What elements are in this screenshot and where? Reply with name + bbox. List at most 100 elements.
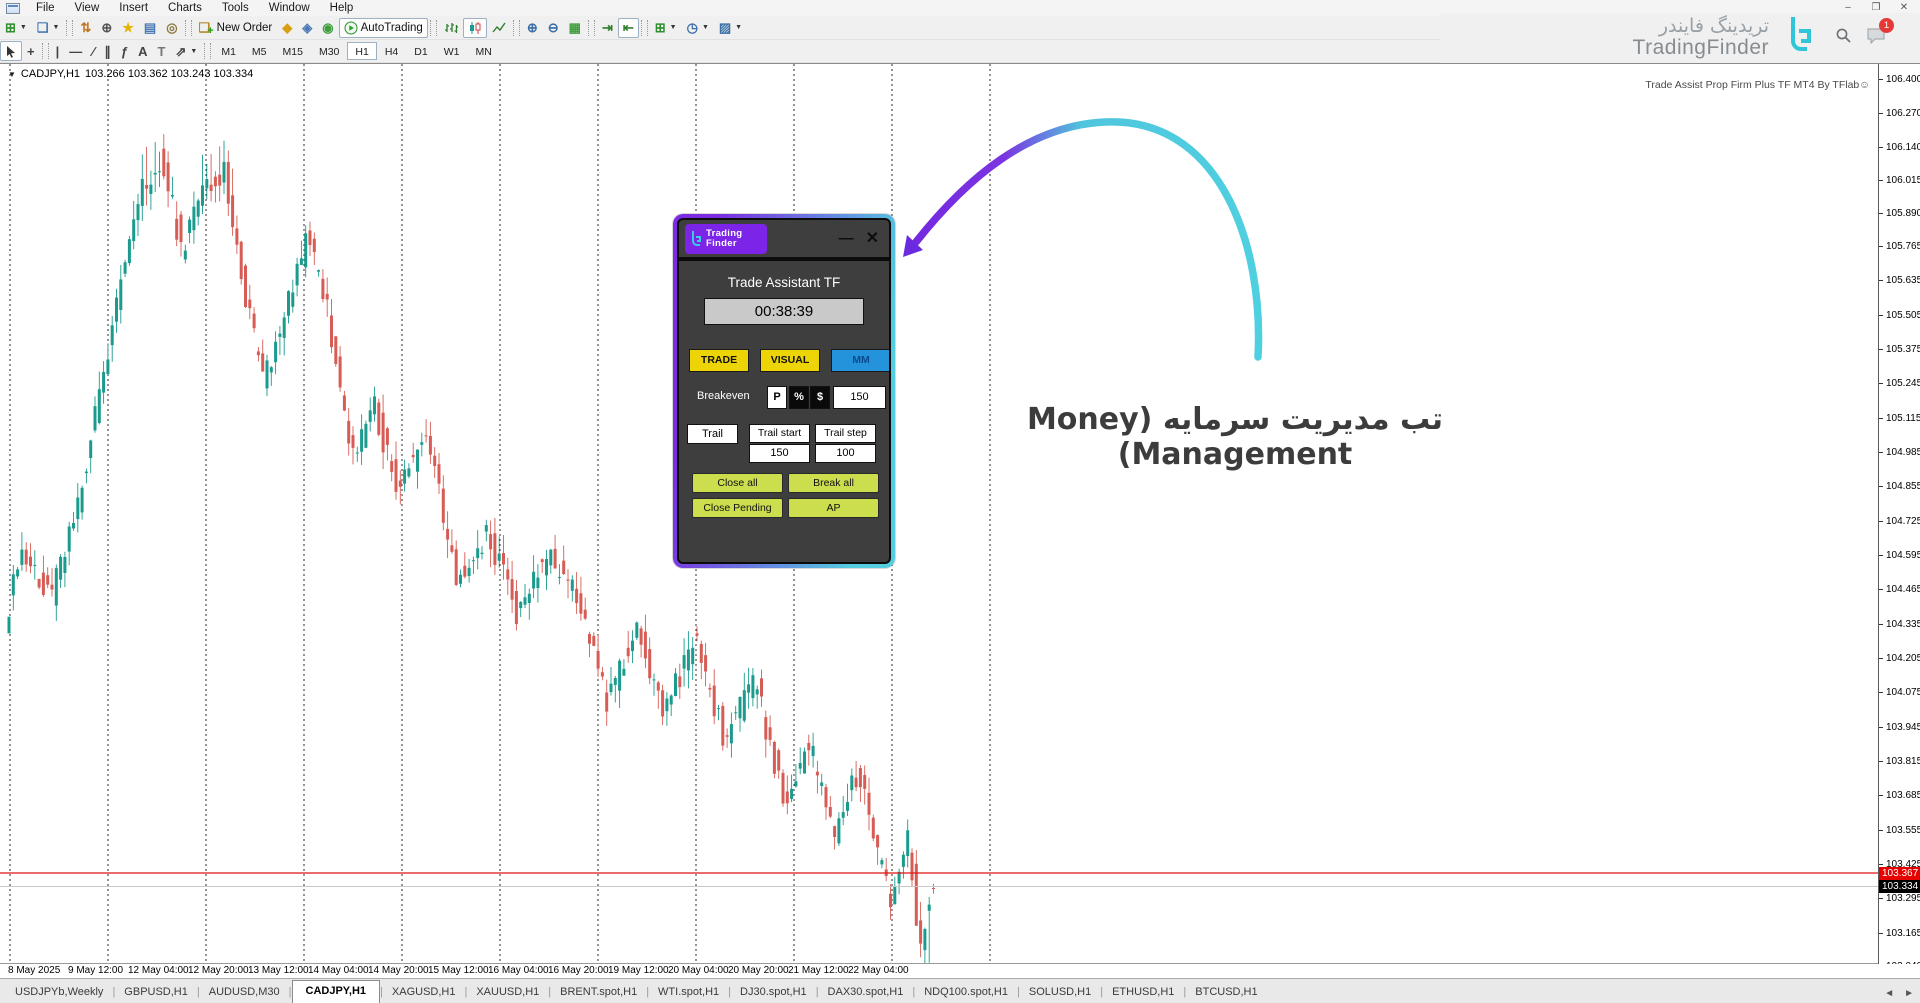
chart-tab-xagusd[interactable]: XAGUSD,H1 [383,982,465,1003]
menu-charts[interactable]: Charts [158,1,212,15]
autotrading-button[interactable]: AutoTrading [339,18,428,38]
menu-items: FileViewInsertChartsToolsWindowHelp [26,1,363,15]
templates-dropdown[interactable]: ▨▼ [714,18,747,38]
tab-scroll-right-icon[interactable]: ► [1904,988,1914,999]
auto-scroll-icon[interactable]: ⇥ [597,18,618,38]
menu-tools[interactable]: Tools [212,1,259,15]
chart-tab-usdjpyb[interactable]: USDJPYb,Weekly [6,982,112,1003]
date-axis[interactable]: 8 May 20259 May 12:0012 May 04:0012 May … [0,964,1920,978]
close-pending-button[interactable]: Close Pending [692,498,783,518]
timeframe-m30[interactable]: M30 [311,42,347,60]
panel-logo-icon [689,230,703,248]
community-icon[interactable]: ◈ [297,18,317,38]
fibonacci-icon[interactable]: ƒ [116,41,133,61]
price-axis[interactable]: 106.400106.270106.140106.015105.890105.7… [1878,64,1920,965]
zoom-out-icon[interactable]: ⊖ [543,18,564,38]
toolbar-separator [42,43,49,59]
chart-tab-wti.spot[interactable]: WTI.spot,H1 [649,982,728,1003]
cursor-icon[interactable] [0,41,22,61]
timeframe-m1[interactable]: M1 [213,42,244,60]
expert-advisors-icon[interactable]: ◆ [277,18,297,38]
tab-scroll-buttons: ◄► [1884,988,1914,999]
timeframe-m5[interactable]: M5 [244,42,275,60]
crosshair-icon[interactable]: + [22,41,40,61]
panel-tab-mm[interactable]: MM [831,349,891,372]
trail-button[interactable]: Trail [687,424,738,444]
chart-tab-dj30.spot[interactable]: DJ30.spot,H1 [731,982,816,1003]
search-icon[interactable] [1835,27,1852,49]
chart-tab-cadjpy[interactable]: CADJPY,H1 [292,980,381,1003]
indicators-dropdown[interactable]: ⊞▼ [650,18,682,38]
timeframe-h1[interactable]: H1 [347,42,376,60]
chat-icon[interactable]: 1 [1866,27,1886,50]
vertical-line-icon[interactable]: | [51,41,65,61]
chart-tab-btcusd[interactable]: BTCUSD,H1 [1186,982,1266,1003]
chart-tab-ndq100.spot[interactable]: NDQ100.spot,H1 [915,982,1017,1003]
chart-tab-audusd[interactable]: AUDUSD,M30 [200,982,289,1003]
chart-tab-xauusd[interactable]: XAUUSD,H1 [467,982,548,1003]
chart-tab-brent.spot[interactable]: BRENT.spot,H1 [551,982,646,1003]
favorites-icon[interactable]: ★ [117,18,139,38]
horizontal-line-icon[interactable]: — [64,41,87,61]
timeframe-h4[interactable]: H4 [377,42,406,60]
price-label: 105.890 [1879,208,1920,219]
terminal-icon[interactable]: ▤ [139,18,161,38]
chart-shift-icon[interactable]: ⇤ [618,18,639,38]
brand-text: تریدینگ فایندر TradingFinder [1633,17,1769,59]
chart-tab-ethusd[interactable]: ETHUSD,H1 [1103,982,1183,1003]
date-label: 16 May 20:00 [548,965,609,976]
zoom-in-icon[interactable]: ⊕ [522,18,543,38]
chart-tab-gbpusd[interactable]: GBPUSD,H1 [115,982,197,1003]
ap-button[interactable]: AP [788,498,879,518]
trail-start-input[interactable]: 150 [749,444,810,463]
tile-windows-icon[interactable]: ▦ [564,18,586,38]
breakeven-points-button[interactable]: P [767,386,787,409]
signals-icon[interactable]: ◉ [317,18,338,38]
candlestick-chart[interactable] [0,64,1878,963]
timeframe-d1[interactable]: D1 [406,42,435,60]
bar-chart-icon[interactable] [439,18,463,38]
panel-minimize-button[interactable]: — [839,231,854,246]
menu-window[interactable]: Window [259,1,320,15]
timeframe-m15[interactable]: M15 [275,42,311,60]
chart-tab-solusd[interactable]: SOLUSD,H1 [1020,982,1100,1003]
menu-help[interactable]: Help [320,1,364,15]
label-icon[interactable]: T [153,41,171,61]
chart-tab-dax30.spot[interactable]: DAX30.spot,H1 [819,982,913,1003]
menu-file[interactable]: File [26,1,65,15]
break-all-button[interactable]: Break all [788,473,879,493]
chart-window: ▼ CADJPY,H1 103.266 103.362 103.243 103.… [0,63,1920,964]
breakeven-value-input[interactable]: 150 [833,386,886,409]
timeframe-w1[interactable]: W1 [436,42,468,60]
menu-view[interactable]: View [65,1,110,15]
trade-assistant-panel[interactable]: TradingFinder — ✕ Trade Assistant TF 00:… [673,214,895,568]
close-all-button[interactable]: Close all [692,473,783,493]
breakeven-label: Breakeven [697,390,750,402]
new-chart-icon[interactable]: ⊞▼ [0,18,32,38]
chart-tabs-bar: USDJPYb,Weekly|GBPUSD,H1|AUDUSD,M30|CADJ… [0,978,1920,1003]
menu-insert[interactable]: Insert [109,1,158,15]
panel-tab-visual[interactable]: VISUAL [760,349,820,372]
panel-tab-trade[interactable]: TRADE [689,349,749,372]
timeframe-mn[interactable]: MN [467,42,499,60]
arrows-dropdown[interactable]: ⇗▼ [170,41,202,61]
price-label: 105.375 [1879,344,1920,355]
new-order-button[interactable]: ❑+New Order [194,18,278,38]
chart-collapse-icon[interactable]: ▼ [8,70,16,79]
panel-close-button[interactable]: ✕ [866,231,879,247]
navigator-icon[interactable]: ⊕ [96,18,117,38]
channel-icon[interactable]: ∥ [99,41,116,61]
tab-scroll-left-icon[interactable]: ◄ [1884,988,1894,999]
text-icon[interactable]: A [133,41,152,61]
strategy-tester-icon[interactable]: ◎ [161,18,182,38]
market-watch-icon[interactable]: ⇅ [75,18,96,38]
profiles-icon[interactable]: ❏▼ [32,18,65,38]
trendline-icon[interactable]: ∕ [87,41,99,61]
trade-assistant-header[interactable]: TradingFinder — ✕ [679,220,889,261]
periods-dropdown[interactable]: ◷▼ [682,18,714,38]
candlestick-chart-icon[interactable] [463,18,487,38]
line-chart-icon[interactable] [487,18,511,38]
trail-step-input[interactable]: 100 [815,444,876,463]
breakeven-dollar-button[interactable]: $ [810,386,830,409]
breakeven-percent-button[interactable]: % [789,386,809,409]
